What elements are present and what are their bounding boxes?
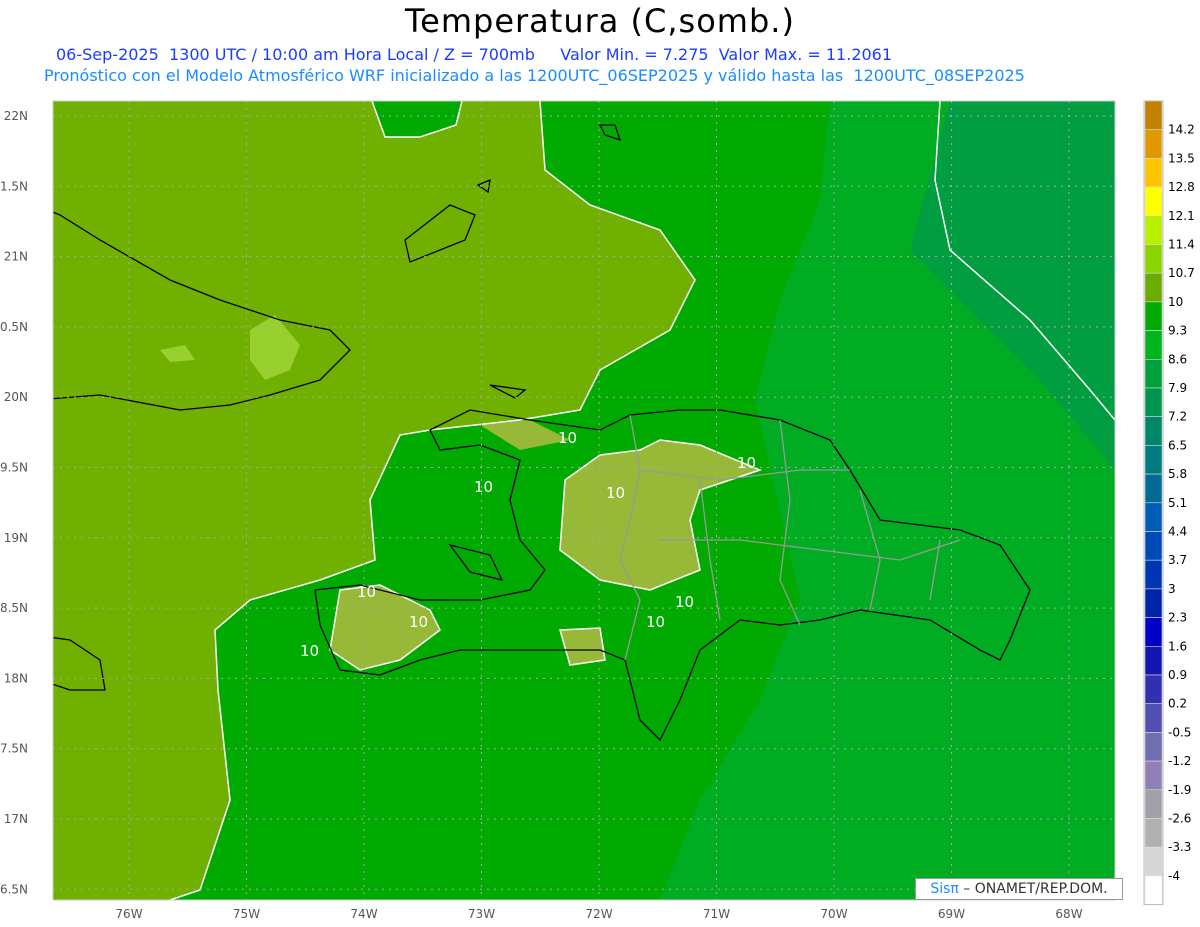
colorbar-label: 1.6	[1168, 639, 1187, 653]
colorbar-label: -0.5	[1168, 725, 1191, 739]
lat-tick-label: 0.5N	[0, 320, 28, 334]
colorbar-swatch	[1144, 387, 1163, 418]
colorbar-label: -1.2	[1168, 754, 1191, 768]
colorbar-swatch	[1144, 674, 1163, 705]
lon-tick-label: 71W	[703, 907, 730, 921]
subtitle-time-values: 06-Sep-2025 1300 UTC / 10:00 am Hora Loc…	[56, 45, 893, 64]
colorbar-label: 8.6	[1168, 352, 1187, 366]
lat-tick-label: 19N	[4, 531, 28, 545]
colorbar-label: -2.6	[1168, 812, 1191, 826]
colorbar-swatch	[1144, 244, 1163, 274]
lat-tick-label: 17N	[4, 812, 28, 826]
lat-tick-label: 7.5N	[0, 742, 28, 756]
colorbar-swatch	[1144, 129, 1163, 159]
colorbar-swatch	[1144, 588, 1163, 618]
colorbar-swatch	[1144, 100, 1163, 131]
contour-label: 10	[675, 593, 694, 611]
colorbar-label: 12.1	[1168, 209, 1195, 223]
colorbar-label: 3	[1168, 582, 1176, 596]
credit-box: Sisπ – ONAMET/REP.DOM.	[915, 878, 1123, 900]
credit-text: – ONAMET/REP.DOM.	[958, 881, 1108, 897]
colorbar-label: 9.3	[1168, 324, 1187, 338]
lat-tick-label: 9.5N	[0, 461, 28, 475]
colorbar-label: 5.1	[1168, 496, 1187, 510]
contour-label: 10	[474, 478, 493, 496]
colorbar-label: 0.9	[1168, 668, 1187, 682]
contour-label: 10	[409, 613, 428, 631]
colorbar-swatch	[1144, 416, 1163, 446]
colorbar-swatch	[1144, 358, 1163, 389]
colorbar-label: 3.7	[1168, 553, 1187, 567]
lon-tick-label: 68W	[1055, 907, 1082, 921]
colorbar-label: -3.3	[1168, 840, 1191, 854]
colorbar-swatch	[1144, 703, 1163, 733]
colorbar-swatch	[1144, 559, 1163, 590]
contour-label: 10	[558, 429, 577, 447]
contour-label: 10	[357, 583, 376, 601]
contour-label: 10	[646, 613, 665, 631]
subtitle-model-info: Pronóstico con el Modelo Atmosférico WRF…	[44, 66, 1025, 85]
colorbar-label: 0.2	[1168, 697, 1187, 711]
lon-tick-label: 72W	[585, 907, 612, 921]
lat-tick-label: 8.5N	[0, 601, 28, 615]
colorbar-label: 13.5	[1168, 151, 1195, 165]
colorbar-label: 11.4	[1168, 238, 1195, 252]
colorbar-swatch	[1144, 846, 1163, 877]
lon-tick-label: 73W	[468, 907, 495, 921]
colorbar-swatch	[1144, 330, 1163, 360]
contour-label: 10	[737, 454, 756, 472]
colorbar-label: 4.4	[1168, 525, 1187, 539]
colorbar-label: 14.2	[1168, 123, 1195, 137]
lon-tick-label: 75W	[233, 907, 260, 921]
colorbar-label: -1.9	[1168, 783, 1191, 797]
colorbar-swatch	[1144, 186, 1163, 217]
colorbar-swatch	[1144, 531, 1163, 561]
colorbar-label: 2.3	[1168, 611, 1187, 625]
colorbar-swatch	[1144, 732, 1163, 762]
lon-tick-label: 69W	[938, 907, 965, 921]
colorbar-swatch	[1144, 301, 1163, 331]
colorbar-swatch	[1144, 445, 1163, 475]
map-title: Temperatura (C,somb.)	[405, 2, 795, 40]
credit-brand: Sisπ	[930, 881, 959, 897]
shaded-field	[53, 101, 1115, 900]
colorbar-label: 6.5	[1168, 438, 1187, 452]
contour-label: 10	[300, 642, 319, 660]
colorbar-label: -4	[1168, 869, 1180, 883]
colorbar-label: 7.9	[1168, 381, 1187, 395]
colorbar-swatch	[1144, 789, 1163, 819]
temperature-map: 10 10 10 10 10 10 10 10 10 76W 75W 74W 73W 72W 71W 70W…	[0, 100, 1195, 921]
colorbar-swatch	[1144, 818, 1163, 848]
colorbar-swatch	[1144, 158, 1163, 188]
lon-tick-label: 76W	[115, 907, 142, 921]
lat-tick-label: 6.5N	[0, 882, 28, 896]
colorbar-swatch	[1144, 215, 1163, 245]
colorbar-swatch	[1144, 272, 1163, 303]
lat-tick-label: 18N	[4, 671, 28, 685]
colorbar-swatch	[1144, 617, 1163, 647]
colorbar-swatch	[1144, 473, 1163, 504]
colorbar-label: 5.8	[1168, 467, 1187, 481]
lon-tick-label: 70W	[820, 907, 847, 921]
colorbar: 14.2 13.5 12.8 12.1 11.4 10.7 10 9.3 8.6 7.9 7.2 6.…	[1143, 100, 1195, 906]
colorbar-swatch	[1144, 502, 1163, 532]
colorbar-swatch	[1144, 760, 1163, 791]
lat-tick-label: 20N	[4, 390, 28, 404]
colorbar-label: 12.8	[1168, 180, 1195, 194]
lon-tick-label: 74W	[350, 907, 377, 921]
lat-tick-label: 22N	[4, 109, 28, 123]
lat-tick-label: 21N	[4, 250, 28, 264]
lat-tick-label: 1.5N	[0, 179, 28, 193]
colorbar-swatch	[1144, 645, 1163, 676]
colorbar-label: 7.2	[1168, 410, 1187, 424]
colorbar-label: 10.7	[1168, 266, 1195, 280]
colorbar-swatch	[1144, 875, 1163, 905]
contour-label: 10	[606, 484, 625, 502]
colorbar-label: 10	[1168, 295, 1183, 309]
